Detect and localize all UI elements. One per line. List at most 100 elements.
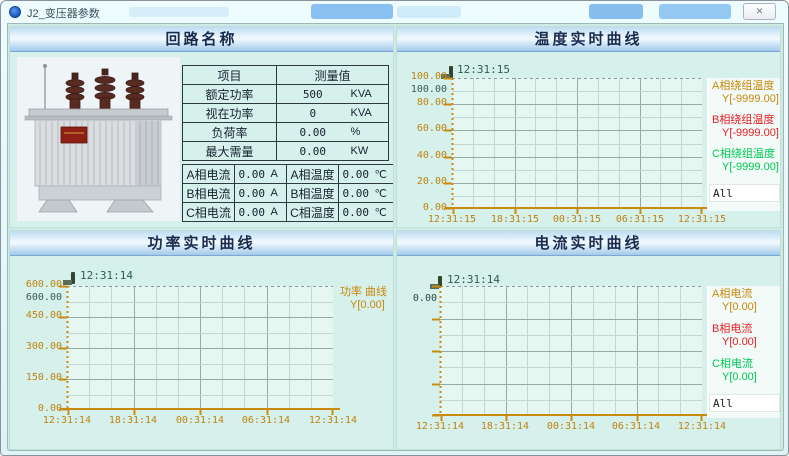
current-plot-area[interactable]: [440, 286, 702, 416]
legend-series-name: C相绕组温度: [712, 148, 779, 161]
phase-label: A相温度: [287, 165, 339, 184]
phase-unit: ℃: [373, 184, 395, 203]
table-row: 最大需量 0.00 KW: [183, 142, 389, 161]
phase-label: B相电流: [183, 184, 235, 203]
legend-entry[interactable]: 功率 曲线 Y[0.00]: [340, 286, 387, 312]
cursor-timestamp: 12:31:14: [80, 269, 133, 282]
phase-unit: ℃: [373, 165, 395, 184]
row-unit: KVA: [349, 85, 389, 104]
legend-series-name: B相绕组温度: [712, 114, 779, 127]
row-unit: KVA: [349, 104, 389, 123]
legend-series-readout: Y[-9999.00]: [712, 93, 779, 106]
panel-power: 功率实时曲线 12:31:14 600.00 600.00 450.00 300…: [9, 230, 394, 450]
row-unit: %: [349, 123, 389, 142]
panel-current-title: 电流实时曲线: [534, 235, 642, 252]
legend: A相绕组温度 Y[-9999.00] B相绕组温度 Y[-9999.00] C相…: [707, 78, 780, 211]
y-tick-label: 0.00: [399, 202, 447, 213]
phase-unit: A: [269, 203, 287, 222]
y-tick-label: 80.00: [399, 97, 447, 108]
legend-entry[interactable]: B相绕组温度 Y[-9999.00]: [712, 114, 779, 140]
panel-temperature-header: 温度实时曲线: [397, 27, 780, 52]
x-tick-label: 06:31:14: [605, 421, 667, 432]
y-tick-label: 100.00: [399, 71, 447, 82]
main-content: 回路名称: [7, 23, 784, 451]
panel-temperature: 温度实时曲线 12:31:15 100.00 100.00 80.00 60.0…: [396, 26, 781, 228]
legend-series-name: C相电流: [712, 358, 757, 371]
panel-temperature-title: 温度实时曲线: [534, 31, 642, 48]
cursor-value: 600.00: [14, 292, 62, 303]
y-tick-label: 40.00: [399, 150, 447, 161]
phase-value: 0.00: [235, 203, 269, 222]
x-tick-label: 06:31:14: [235, 415, 297, 426]
legend: 功率 曲线 Y[0.00]: [337, 286, 394, 410]
x-tick-label: 00:31:14: [540, 421, 602, 432]
row-label: 最大需量: [183, 142, 277, 161]
titlebar-ghost-button-2[interactable]: [311, 4, 393, 19]
temperature-plot-area[interactable]: [452, 78, 702, 209]
legend-all[interactable]: All: [709, 184, 780, 202]
legend-series-readout: Y[0.00]: [340, 299, 387, 312]
window-title: J2_变压器参数: [27, 5, 100, 21]
legend-series-readout: Y[0.00]: [712, 371, 757, 384]
table-row: 负荷率 0.00 %: [183, 123, 389, 142]
phase-value: 0.00: [339, 184, 373, 203]
titlebar-ghost-button-4[interactable]: [589, 4, 643, 19]
legend-entry[interactable]: A相电流 Y[0.00]: [712, 288, 757, 314]
panel-circuit-title: 回路名称: [165, 31, 237, 48]
phase-table: A相电流 0.00 A A相温度 0.00 ℃ B相电流 0.00 A B相温度…: [182, 164, 394, 222]
panel-circuit: 回路名称: [9, 26, 394, 228]
legend-entry[interactable]: C相绕组温度 Y[-9999.00]: [712, 148, 779, 174]
transformer-image: [17, 57, 180, 221]
x-tick-label: 00:31:14: [169, 415, 231, 426]
legend-all[interactable]: All: [709, 394, 780, 412]
phase-label: A相电流: [183, 165, 235, 184]
panel-power-header: 功率实时曲线: [10, 231, 393, 256]
row-unit: KW: [349, 142, 389, 161]
table-row: 项目 测量值: [183, 66, 389, 85]
y-tick-label: 600.00: [14, 279, 62, 290]
row-label: 负荷率: [183, 123, 277, 142]
legend-entry[interactable]: A相绕组温度 Y[-9999.00]: [712, 80, 779, 106]
power-plot-area[interactable]: [67, 286, 333, 410]
panel-current-header: 电流实时曲线: [397, 231, 780, 256]
legend-series-name: 功率 曲线: [340, 286, 387, 299]
legend-entry[interactable]: C相电流 Y[0.00]: [712, 358, 757, 384]
row-label: 额定功率: [183, 85, 277, 104]
titlebar-ghost-button-1[interactable]: [129, 7, 229, 17]
col-header-value: 测量值: [277, 66, 389, 85]
x-tick-label: 06:31:15: [609, 214, 671, 225]
titlebar: J2_变压器参数 ✕: [1, 1, 788, 23]
table-row: C相电流 0.00 A C相温度 0.00 ℃: [183, 203, 395, 222]
legend-series-readout: Y[0.00]: [712, 336, 757, 349]
phase-unit: ℃: [373, 203, 395, 222]
legend-series-readout: Y[-9999.00]: [712, 161, 779, 174]
row-value: 500: [277, 85, 349, 104]
row-value: 0.00: [277, 123, 349, 142]
row-label: 视在功率: [183, 104, 277, 123]
table-row: B相电流 0.00 A B相温度 0.00 ℃: [183, 184, 395, 203]
phase-label: B相温度: [287, 184, 339, 203]
titlebar-ghost-button-5[interactable]: [659, 4, 731, 19]
panel-circuit-header: 回路名称: [10, 27, 393, 52]
x-tick-label: 12:31:14: [671, 421, 733, 432]
phase-value: 0.00: [235, 165, 269, 184]
close-icon[interactable]: ✕: [743, 3, 776, 20]
titlebar-ghost-button-3[interactable]: [397, 6, 461, 18]
col-header-item: 项目: [183, 66, 277, 85]
table-row: 视在功率 0 KVA: [183, 104, 389, 123]
x-tick-label: 12:31:14: [409, 421, 471, 432]
legend-entry[interactable]: B相电流 Y[0.00]: [712, 323, 757, 349]
phase-unit: A: [269, 184, 287, 203]
panel-current: 电流实时曲线 12:31:14 0.00 12:31:14 18:31:14 0…: [396, 230, 781, 450]
phase-label: C相电流: [183, 203, 235, 222]
x-tick-label: 12:31:15: [671, 214, 733, 225]
y-tick-label: 150.00: [14, 372, 62, 383]
legend: A相电流 Y[0.00] B相电流 Y[0.00] C相电流 Y[0.00] A…: [707, 286, 780, 418]
row-value: 0.00: [277, 142, 349, 161]
y-tick-label: 450.00: [14, 310, 62, 321]
phase-label: C相温度: [287, 203, 339, 222]
x-tick-label: 18:31:14: [102, 415, 164, 426]
y-tick-label: 60.00: [399, 123, 447, 134]
table-row: A相电流 0.00 A A相温度 0.00 ℃: [183, 165, 395, 184]
x-tick-label: 12:31:14: [36, 415, 98, 426]
